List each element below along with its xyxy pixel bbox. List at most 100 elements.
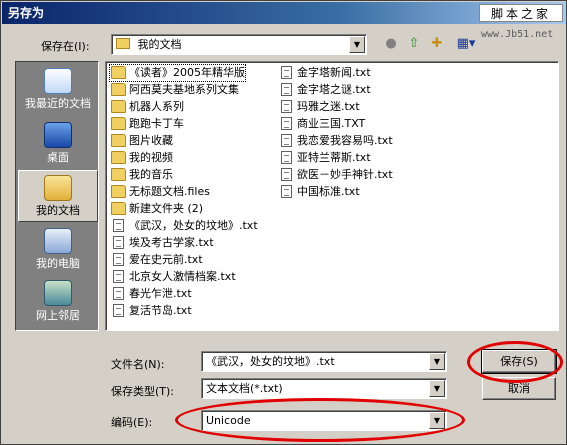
place-label: 我的电脑 (36, 257, 80, 270)
item-label: 玛雅之迷.txt (297, 100, 360, 113)
place-label: 我最近的文档 (25, 97, 91, 110)
folder-icon (111, 202, 126, 215)
back-arrow-icon[interactable]: ● (381, 34, 401, 54)
folder-item[interactable]: 我的视频 (110, 150, 173, 166)
place-network[interactable]: 网上邻居 (18, 276, 98, 328)
encoding-select[interactable]: Unicode ▼ (201, 410, 447, 431)
save-as-dialog: 另存为 脚本之家 www.Jb51.net 保存在(I): 我的文档 ▼ ● ⇧… (0, 0, 567, 445)
item-label: 机器人系列 (129, 100, 184, 113)
place-my-documents[interactable]: 我的文档 (18, 170, 98, 222)
file-item[interactable]: 复活节岛.txt (110, 303, 192, 319)
item-label: 《武汉，处女的坟地》.txt (129, 219, 258, 232)
folder-item[interactable]: 机器人系列 (110, 99, 184, 115)
item-label: 我的视频 (129, 151, 173, 164)
place-recent[interactable]: 我最近的文档 (18, 64, 98, 116)
folder-icon (111, 117, 126, 130)
item-label: 欲医－妙手神针.txt (297, 168, 393, 181)
new-folder-icon[interactable]: ✚ (427, 34, 447, 54)
watermark-url: www.Jb51.net (481, 29, 554, 40)
text-file-icon (113, 304, 124, 317)
text-file-icon (113, 236, 124, 249)
item-label: 我恋爱我容易吗.txt (297, 134, 393, 147)
place-desktop[interactable]: 桌面 (18, 118, 98, 170)
text-file-icon (113, 253, 124, 266)
place-my-computer[interactable]: 我的电脑 (18, 224, 98, 276)
text-file-icon (281, 185, 292, 198)
filetype-select[interactable]: 文本文档(*.txt) ▼ (201, 378, 447, 399)
text-file-icon (281, 168, 292, 181)
chevron-down-icon[interactable]: ▼ (429, 380, 445, 397)
file-item[interactable]: 爱在史元前.txt (110, 252, 203, 268)
item-label: 春光乍泄.txt (129, 287, 192, 300)
item-label: 阿西莫夫基地系列文集 (129, 83, 239, 96)
filename-value: 《武汉，处女的坟地》.txt (206, 355, 335, 368)
chevron-down-icon[interactable]: ▼ (349, 36, 365, 53)
my-computer-icon (44, 228, 72, 254)
file-item[interactable]: 春光乍泄.txt (110, 286, 192, 302)
cancel-button[interactable]: 取消 (482, 377, 556, 400)
file-item[interactable]: 北京女人激情档案.txt (110, 269, 236, 285)
folder-icon (111, 168, 126, 181)
folder-item[interactable]: 阿西莫夫基地系列文集 (110, 82, 239, 98)
file-item[interactable]: 我恋爱我容易吗.txt (278, 133, 393, 149)
save-in-value: 我的文档 (137, 38, 182, 51)
item-label: 爱在史元前.txt (129, 253, 203, 266)
chevron-down-icon[interactable]: ▼ (429, 353, 445, 370)
network-places-icon (44, 280, 72, 306)
filename-label: 文件名(N): (111, 358, 165, 371)
file-item[interactable]: 金字塔之谜.txt (278, 82, 371, 98)
file-item[interactable]: 金字塔新闻.txt (278, 65, 371, 81)
up-folder-icon[interactable]: ⇧ (404, 34, 424, 54)
file-item[interactable]: 欲医－妙手神针.txt (278, 167, 393, 183)
save-button[interactable]: 保存(S) (481, 349, 557, 374)
item-label: 复活节岛.txt (129, 304, 192, 317)
item-label: 图片收藏 (129, 134, 173, 147)
item-label: 《读者》2005年精华版 (129, 66, 245, 79)
folder-icon (111, 185, 126, 198)
item-label: 埃及考古学家.txt (129, 236, 214, 249)
folder-item[interactable]: 新建文件夹 (2) (110, 201, 203, 217)
desktop-icon (44, 122, 72, 148)
file-list[interactable]: 《读者》2005年精华版 阿西莫夫基地系列文集 机器人系列跑跑卡丁车图片收藏我的视频… (105, 61, 559, 331)
text-file-icon (113, 219, 124, 232)
recent-documents-icon (44, 68, 72, 94)
encoding-value: Unicode (206, 414, 251, 427)
file-item[interactable]: 《武汉，处女的坟地》.txt (110, 218, 258, 234)
item-label: 中国标准.txt (297, 185, 360, 198)
text-file-icon (281, 117, 292, 130)
filename-input[interactable]: 《武汉，处女的坟地》.txt ▼ (201, 351, 447, 372)
file-item[interactable]: 商业三国.TXT (278, 116, 365, 132)
save-in-combo[interactable]: 我的文档 ▼ (111, 34, 367, 55)
filetype-value: 文本文档(*.txt) (206, 382, 283, 395)
place-label: 我的文档 (36, 204, 80, 217)
item-label: 新建文件夹 (2) (129, 202, 204, 215)
filetype-label: 保存类型(T): (111, 385, 175, 398)
text-file-icon (281, 66, 292, 79)
place-label: 网上邻居 (36, 309, 80, 322)
file-item[interactable]: 亚特兰蒂斯.txt (278, 150, 371, 166)
item-label: 金字塔之谜.txt (297, 83, 371, 96)
text-file-icon (281, 83, 292, 96)
item-label: 无标题文档.files (129, 185, 210, 198)
folder-item[interactable]: 无标题文档.files (110, 184, 210, 200)
view-menu-icon[interactable]: ▦▾ (452, 34, 480, 54)
folder-item[interactable]: 图片收藏 (110, 133, 173, 149)
file-item[interactable]: 埃及考古学家.txt (110, 235, 214, 251)
folder-icon (111, 134, 126, 147)
folder-icon (111, 151, 126, 164)
text-file-icon (281, 100, 292, 113)
item-label: 跑跑卡丁车 (129, 117, 184, 130)
item-label: 北京女人激情档案.txt (129, 270, 236, 283)
folder-item[interactable]: 《读者》2005年精华版 (109, 64, 246, 82)
item-label: 我的音乐 (129, 168, 173, 181)
folder-item[interactable]: 我的音乐 (110, 167, 173, 183)
file-item[interactable]: 玛雅之迷.txt (278, 99, 360, 115)
file-item[interactable]: 中国标准.txt (278, 184, 360, 200)
text-file-icon (113, 287, 124, 300)
folder-icon (111, 100, 126, 113)
chevron-down-icon[interactable]: ▼ (429, 412, 445, 429)
text-file-icon (113, 270, 124, 283)
watermark-brand: 脚本之家 (479, 4, 563, 22)
folder-icon (111, 83, 126, 96)
folder-item[interactable]: 跑跑卡丁车 (110, 116, 184, 132)
